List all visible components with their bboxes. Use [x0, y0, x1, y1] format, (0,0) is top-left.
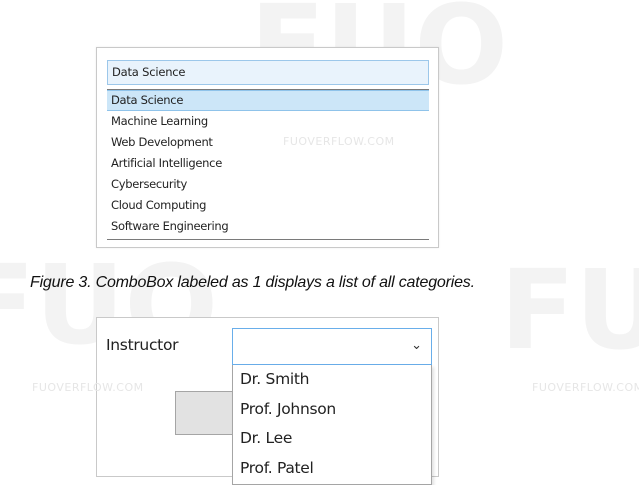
- category-option-data-science[interactable]: Data Science: [107, 90, 429, 111]
- instructor-combobox[interactable]: ⌄: [232, 328, 432, 365]
- category-combobox[interactable]: Data Science: [107, 60, 429, 85]
- category-option-software-engineering[interactable]: Software Engineering: [107, 216, 429, 237]
- watermark-text: FUOVERFLOW.COM: [32, 381, 144, 394]
- category-option-cybersecurity[interactable]: Cybersecurity: [107, 174, 429, 195]
- category-option-artificial-intelligence[interactable]: Artificial Intelligence: [107, 153, 429, 174]
- instructor-option-prof-patel[interactable]: Prof. Patel: [233, 454, 431, 484]
- chevron-down-icon[interactable]: ⌄: [411, 338, 422, 353]
- watermark-text: FUOVERFLOW.COM: [283, 135, 395, 148]
- instructor-dropdown-list[interactable]: Dr. Smith Prof. Johnson Dr. Lee Prof. Pa…: [232, 365, 432, 485]
- category-combobox-panel: Data Science Data Science Machine Learni…: [96, 47, 439, 248]
- category-option-cloud-computing[interactable]: Cloud Computing: [107, 195, 429, 216]
- figure-caption: Figure 3. ComboBox labeled as 1 displays…: [30, 274, 475, 291]
- instructor-panel: Instructor ⌄ Dr. Smith Prof. Johnson Dr.…: [96, 317, 439, 485]
- category-combobox-value: Data Science: [112, 65, 186, 79]
- category-option-machine-learning[interactable]: Machine Learning: [107, 111, 429, 132]
- instructor-option-dr-lee[interactable]: Dr. Lee: [233, 424, 431, 454]
- gray-button[interactable]: [175, 391, 237, 435]
- watermark-text: FUOVERFLOW.COM: [532, 381, 639, 394]
- instructor-label: Instructor: [106, 336, 179, 354]
- instructor-option-dr-smith[interactable]: Dr. Smith: [233, 365, 431, 395]
- category-dropdown-list[interactable]: Data Science Machine Learning Web Develo…: [107, 89, 429, 240]
- instructor-option-prof-johnson[interactable]: Prof. Johnson: [233, 395, 431, 425]
- watermark-logo: FUO: [500, 246, 639, 374]
